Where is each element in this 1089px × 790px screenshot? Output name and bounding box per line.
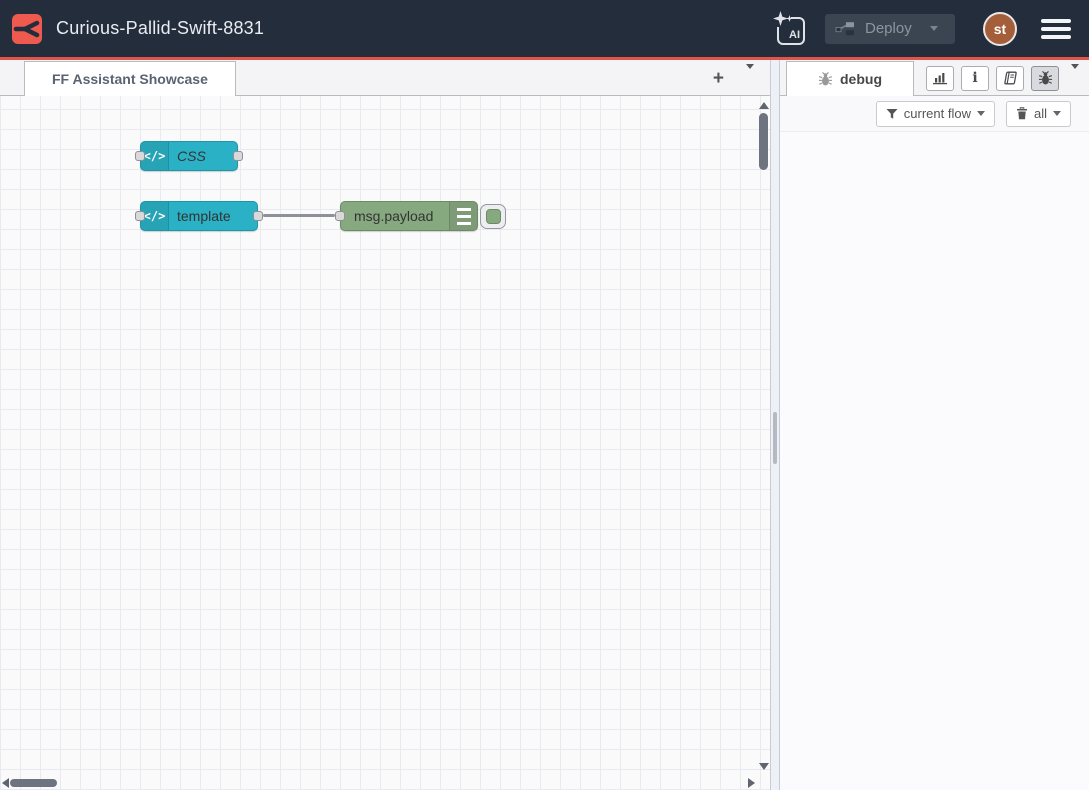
dashboard-chart-button[interactable] bbox=[926, 66, 954, 91]
bar-chart-icon bbox=[932, 71, 948, 85]
book-icon bbox=[1002, 71, 1018, 85]
output-port[interactable] bbox=[233, 151, 243, 161]
debug-messages-panel[interactable] bbox=[780, 132, 1089, 790]
filter-funnel-icon bbox=[886, 108, 898, 120]
sparkle-small-icon bbox=[786, 15, 793, 22]
sidebar: debug i bbox=[780, 60, 1089, 790]
wire-template-to-debug[interactable] bbox=[263, 214, 335, 217]
deploy-options-caret-icon[interactable] bbox=[930, 26, 938, 31]
chevron-down-icon bbox=[746, 64, 754, 86]
info-sidebar-button[interactable]: i bbox=[961, 66, 989, 91]
scroll-left-arrow[interactable] bbox=[2, 778, 9, 788]
help-sidebar-button[interactable] bbox=[996, 66, 1024, 91]
app-header: Curious-Pallid-Swift-8831 AI Deploy bbox=[0, 0, 1089, 57]
workspace-tabbar: FF Assistant Showcase + bbox=[0, 60, 770, 96]
node-label: msg.payload bbox=[354, 202, 443, 230]
deploy-icon bbox=[835, 21, 855, 37]
debug-enable-toggle[interactable] bbox=[480, 204, 506, 229]
sidebar-tab-label: debug bbox=[840, 71, 882, 87]
flow-tab[interactable]: FF Assistant Showcase bbox=[24, 61, 236, 96]
horizontal-scrollbar bbox=[0, 776, 757, 790]
bug-icon bbox=[1038, 70, 1053, 86]
node-css-template[interactable]: </> CSS bbox=[140, 141, 238, 171]
scroll-down-arrow[interactable] bbox=[759, 763, 769, 770]
chevron-down-icon bbox=[1053, 111, 1061, 116]
chevron-down-icon bbox=[1071, 64, 1079, 86]
flow-list-button[interactable] bbox=[744, 65, 756, 91]
add-flow-button[interactable]: + bbox=[713, 69, 724, 88]
node-label: CSS bbox=[177, 142, 231, 170]
sidebar-tab-debug[interactable]: debug bbox=[786, 61, 914, 96]
debug-filter-row: current flow all bbox=[780, 96, 1089, 132]
menu-bar bbox=[1041, 19, 1071, 23]
template-icon: </> bbox=[141, 202, 169, 230]
input-port[interactable] bbox=[335, 211, 345, 221]
deploy-label: Deploy bbox=[865, 20, 912, 37]
separator-grip[interactable] bbox=[773, 412, 777, 464]
bug-icon bbox=[818, 71, 833, 87]
vertical-scrollbar-thumb[interactable] bbox=[759, 113, 768, 170]
workspace: FF Assistant Showcase + </> CSS bbox=[0, 60, 770, 790]
info-icon: i bbox=[972, 71, 977, 85]
output-port[interactable] bbox=[253, 211, 263, 221]
sidebar-tabbar: debug i bbox=[780, 60, 1089, 96]
flow-canvas[interactable]: </> CSS </> template msg.paylo bbox=[0, 96, 770, 790]
deploy-button[interactable]: Deploy bbox=[825, 14, 955, 44]
node-template[interactable]: </> template bbox=[140, 201, 258, 231]
node-label: template bbox=[177, 202, 251, 230]
ai-assistant-button[interactable]: AI bbox=[773, 11, 809, 47]
sidebar-tabs-menu-button[interactable] bbox=[1068, 65, 1082, 91]
vertical-scrollbar bbox=[757, 96, 770, 776]
flow-tab-label: FF Assistant Showcase bbox=[52, 71, 208, 87]
menu-bar bbox=[1041, 35, 1071, 39]
input-port[interactable] bbox=[135, 151, 145, 161]
scroll-up-arrow[interactable] bbox=[759, 102, 769, 109]
instance-title: Curious-Pallid-Swift-8831 bbox=[56, 18, 264, 39]
sidebar-resize-separator[interactable] bbox=[770, 60, 780, 790]
debug-scope-filter-button[interactable]: current flow bbox=[876, 101, 995, 127]
debug-clear-button[interactable]: all bbox=[1006, 101, 1071, 127]
debug-console-icon bbox=[449, 202, 477, 230]
debug-sidebar-button[interactable] bbox=[1031, 66, 1059, 91]
node-debug-msg-payload[interactable]: msg.payload bbox=[340, 201, 478, 231]
flowfuse-logo-icon bbox=[12, 14, 42, 44]
scroll-right-arrow[interactable] bbox=[748, 778, 755, 788]
input-port[interactable] bbox=[135, 211, 145, 221]
template-icon: </> bbox=[141, 142, 169, 170]
horizontal-scrollbar-thumb[interactable] bbox=[10, 779, 57, 787]
user-avatar[interactable]: st bbox=[983, 12, 1017, 46]
chevron-down-icon bbox=[977, 111, 985, 116]
trash-icon bbox=[1016, 107, 1028, 120]
menu-bar bbox=[1041, 27, 1071, 31]
main-menu-button[interactable] bbox=[1039, 15, 1073, 43]
